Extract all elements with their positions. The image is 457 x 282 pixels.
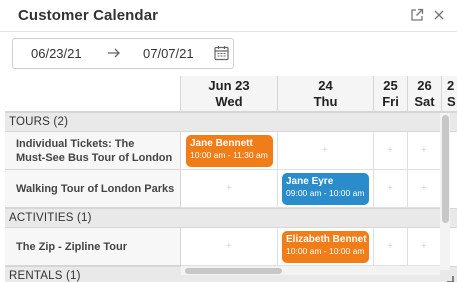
calendar-icon[interactable] <box>214 45 229 61</box>
add-icon: + <box>421 145 427 156</box>
title-bar: Customer Calendar <box>0 0 457 32</box>
group-row-tours[interactable]: TOURS (2) <box>5 112 457 132</box>
day-weekday: Wed <box>215 94 243 109</box>
group-label: RENTALS (1) <box>9 270 81 282</box>
calendar-cell[interactable]: + <box>374 228 408 266</box>
calendar-cell[interactable]: + <box>408 170 442 208</box>
add-icon: + <box>387 145 393 156</box>
date-range-picker[interactable]: 06/23/21 07/07/21 <box>12 38 234 69</box>
group-row-activities[interactable]: ACTIVITIES (1) <box>5 208 457 228</box>
day-header-1: Jun 23 Wed <box>181 76 278 112</box>
add-icon: + <box>226 183 232 194</box>
calendar-cell[interactable]: + <box>408 228 442 266</box>
add-icon: + <box>322 145 328 156</box>
resize-grip-icon[interactable] <box>444 270 454 282</box>
day-weekday: Fri <box>382 94 399 109</box>
resource-row: The Zip - Zipline Tour <box>5 228 181 266</box>
arrow-right-icon <box>106 46 122 60</box>
resource-name-line2: Must-See Bus Tour of London <box>16 152 173 164</box>
day-header-2: 24 Thu <box>278 76 374 112</box>
grid-corner <box>5 76 181 112</box>
resource-name: Walking Tour of London Parks <box>16 183 175 195</box>
close-icon[interactable] <box>432 8 446 22</box>
day-weekday: Thu <box>313 94 338 109</box>
calendar-cell[interactable]: + <box>374 132 408 170</box>
resource-row: Individual Tickets: The Must-See Bus Tou… <box>5 132 181 170</box>
add-icon: + <box>387 183 393 194</box>
event-name: Jane Bennett <box>190 138 253 149</box>
calendar-cell[interactable]: + <box>181 170 278 208</box>
end-date-field[interactable]: 07/07/21 <box>143 46 194 61</box>
start-date-field[interactable]: 06/23/21 <box>31 46 82 61</box>
event-block[interactable]: Elizabeth Bennet 10:00 am - 10:00 am <box>282 231 369 263</box>
open-external-icon[interactable] <box>410 8 424 22</box>
day-header-3: 25 Fri <box>374 76 408 112</box>
add-icon: + <box>226 241 232 252</box>
resource-row: Walking Tour of London Parks <box>5 170 181 208</box>
horizontal-scrollbar[interactable] <box>181 266 440 275</box>
day-weekday: S <box>447 94 456 109</box>
day-date: Jun 23 <box>208 78 250 93</box>
day-date: 25 <box>383 78 398 93</box>
event-block[interactable]: Jane Eyre 09:00 am - 10:00 am <box>282 173 369 205</box>
group-label: TOURS (2) <box>9 116 69 128</box>
day-date: 26 <box>417 78 432 93</box>
scheduler-grid: Jun 23 Wed 24 Thu 25 Fri 26 Sat 2 S TOUR… <box>0 76 457 282</box>
day-header-5: 2 S <box>442 76 457 112</box>
add-icon: + <box>387 241 393 252</box>
event-time: 09:00 am - 10:00 am <box>286 188 365 198</box>
horizontal-scroll-thumb[interactable] <box>185 268 282 274</box>
day-date: 2 <box>447 78 455 93</box>
calendar-cell[interactable]: + <box>408 132 442 170</box>
add-icon: + <box>421 241 427 252</box>
event-block[interactable]: Jane Bennett 10:00 am - 11:30 am <box>186 135 273 167</box>
add-icon: + <box>421 183 427 194</box>
event-name: Elizabeth Bennet <box>286 234 367 245</box>
day-weekday: Sat <box>414 94 435 109</box>
resource-name: The Zip - Zipline Tour <box>16 241 128 253</box>
vertical-scrollbar[interactable] <box>440 113 450 270</box>
day-header-4: 26 Sat <box>408 76 442 112</box>
event-time: 10:00 am - 10:00 am <box>286 246 365 256</box>
window-title: Customer Calendar <box>18 7 159 24</box>
event-time: 10:00 am - 11:30 am <box>190 150 268 160</box>
calendar-cell[interactable]: + <box>374 170 408 208</box>
calendar-cell[interactable]: + <box>278 132 374 170</box>
group-label: ACTIVITIES (1) <box>9 212 92 224</box>
event-name: Jane Eyre <box>286 176 334 187</box>
calendar-cell[interactable]: + <box>181 228 278 266</box>
day-date: 24 <box>318 78 333 93</box>
vertical-scroll-thumb[interactable] <box>442 115 449 223</box>
resource-name: Individual Tickets: The <box>16 138 135 150</box>
